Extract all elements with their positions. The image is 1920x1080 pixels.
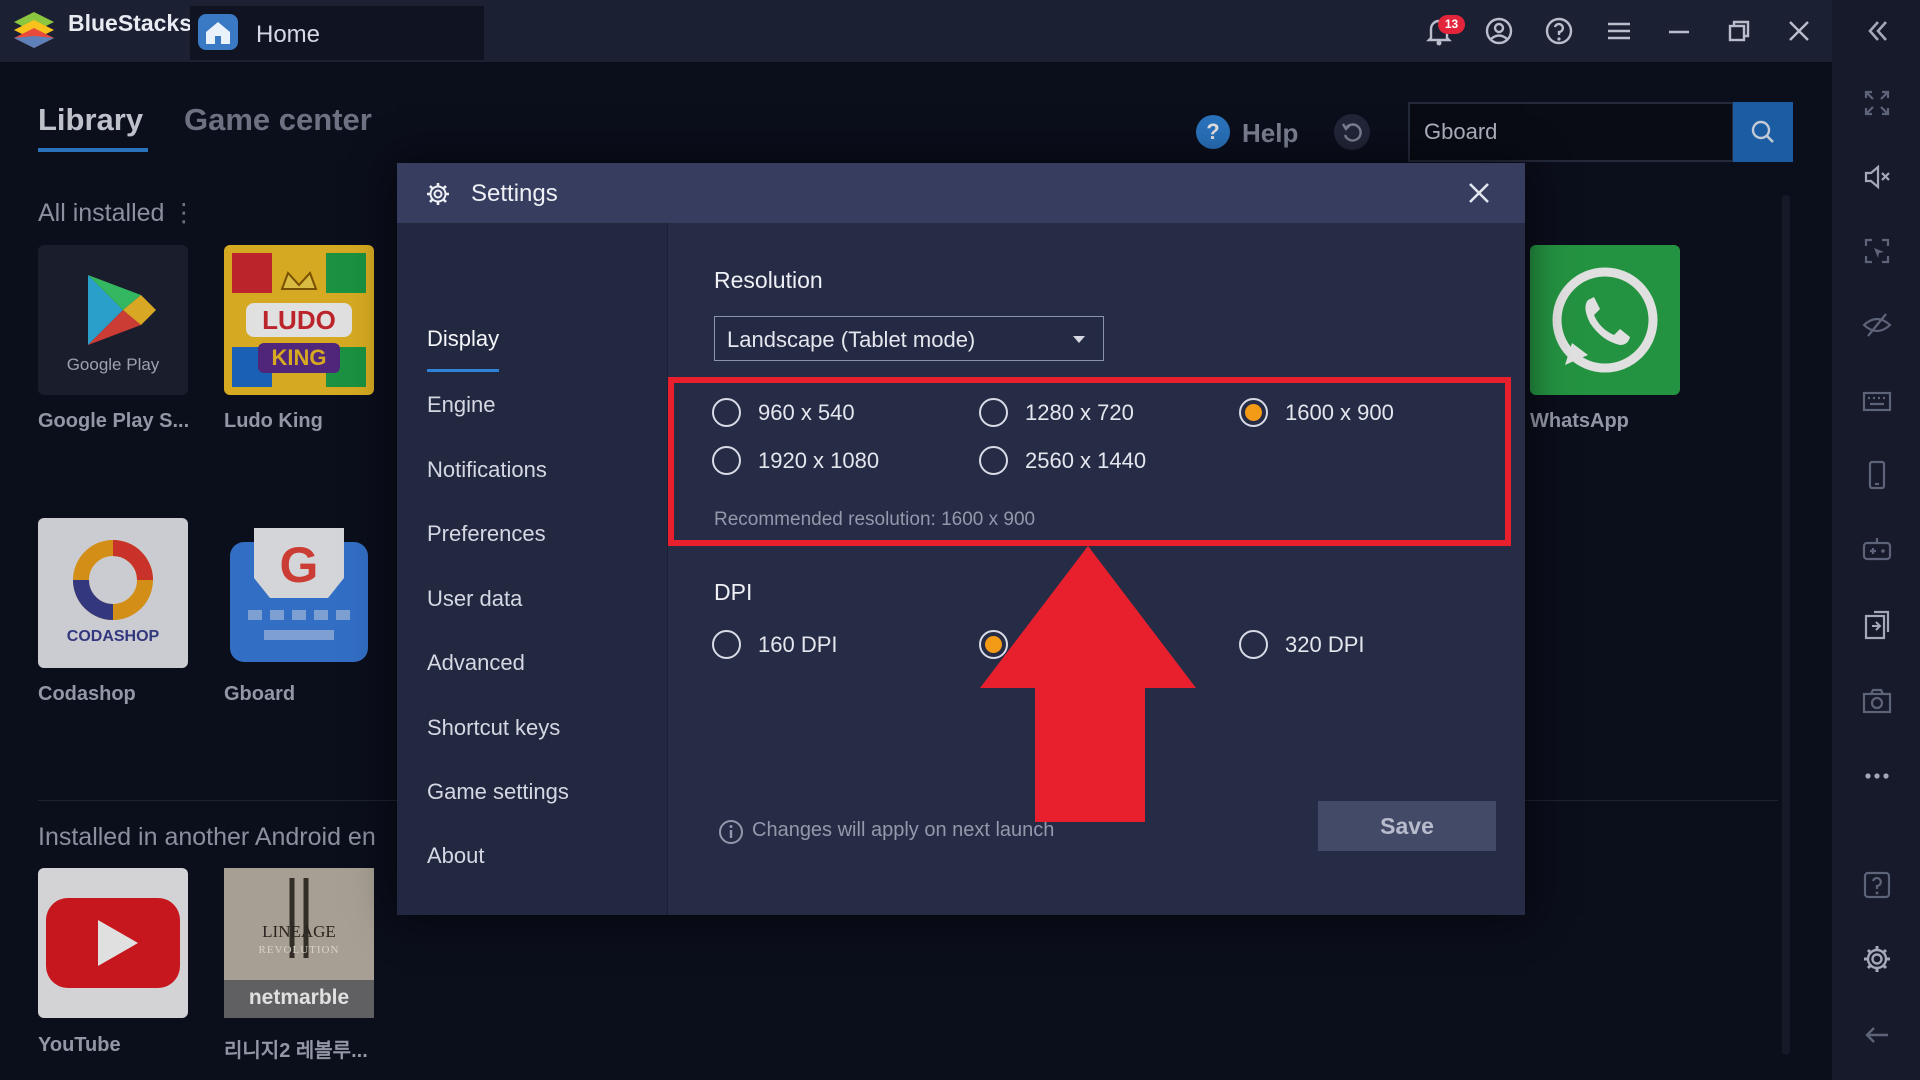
restore-icon[interactable] bbox=[1722, 14, 1756, 48]
brand-name: BlueStacks bbox=[68, 10, 193, 36]
save-button[interactable]: Save bbox=[1318, 801, 1496, 851]
settings-gear-icon[interactable] bbox=[1860, 942, 1894, 976]
camera-icon[interactable] bbox=[1860, 684, 1894, 718]
gear-icon bbox=[427, 183, 449, 205]
home-tab[interactable]: Home bbox=[190, 6, 484, 60]
orientation-select[interactable]: Landscape (Tablet mode) bbox=[714, 316, 1104, 361]
nav-shortcut-keys[interactable]: Shortcut keys bbox=[427, 715, 560, 741]
settings-nav: Display Engine Notifications Preferences… bbox=[397, 223, 668, 915]
bluestacks-logo-icon bbox=[14, 12, 54, 48]
fullscreen-icon[interactable] bbox=[1860, 86, 1894, 120]
close-icon[interactable] bbox=[1465, 179, 1493, 207]
home-tab-label: Home bbox=[256, 21, 321, 48]
screen-select-icon[interactable] bbox=[1860, 234, 1894, 268]
help-square-icon[interactable] bbox=[1860, 868, 1894, 902]
radio-dpi-160[interactable]: 160 DPI bbox=[712, 629, 912, 661]
nav-advanced[interactable]: Advanced bbox=[427, 650, 525, 676]
notification-badge: 13 bbox=[1438, 15, 1465, 34]
help-circle-icon[interactable] bbox=[1542, 14, 1576, 48]
nav-preferences[interactable]: Preferences bbox=[427, 521, 546, 547]
resolution-heading: Resolution bbox=[714, 267, 823, 293]
phone-icon[interactable] bbox=[1860, 458, 1894, 492]
keyboard-icon[interactable] bbox=[1860, 384, 1894, 418]
nav-notifications[interactable]: Notifications bbox=[427, 457, 547, 483]
account-icon[interactable] bbox=[1482, 14, 1516, 48]
nav-game-settings[interactable]: Game settings bbox=[427, 779, 569, 805]
orientation-value: Landscape (Tablet mode) bbox=[727, 327, 976, 352]
back-arrow-icon[interactable] bbox=[1860, 1018, 1894, 1052]
nav-about[interactable]: About bbox=[427, 843, 485, 869]
install-apk-icon[interactable] bbox=[1860, 608, 1894, 642]
radio-dpi-320[interactable]: 320 DPI bbox=[1239, 629, 1439, 661]
dialog-header: Settings bbox=[397, 163, 1525, 223]
restart-notice: Changes will apply on next launch bbox=[752, 819, 1055, 841]
info-icon bbox=[719, 820, 743, 844]
nav-display[interactable]: Display bbox=[427, 326, 499, 352]
chevron-down-icon bbox=[1073, 336, 1085, 343]
nav-user-data[interactable]: User data bbox=[427, 586, 522, 612]
right-toolbar bbox=[1832, 0, 1920, 1080]
menu-icon[interactable] bbox=[1602, 14, 1636, 48]
radio-label: 320 DPI bbox=[1285, 632, 1365, 657]
dpi-heading: DPI bbox=[714, 579, 753, 605]
close-window-icon[interactable] bbox=[1782, 14, 1816, 48]
more-options-icon[interactable] bbox=[1860, 758, 1894, 792]
mute-icon[interactable] bbox=[1860, 160, 1894, 194]
eye-off-icon[interactable] bbox=[1860, 308, 1894, 342]
radio-ring bbox=[712, 630, 741, 659]
minimize-icon[interactable] bbox=[1662, 14, 1696, 48]
nav-engine[interactable]: Engine bbox=[427, 392, 496, 418]
annotation-highlight-box bbox=[668, 377, 1511, 546]
home-icon bbox=[198, 14, 238, 50]
gamepad-icon[interactable] bbox=[1860, 532, 1894, 566]
dialog-title: Settings bbox=[471, 180, 558, 207]
nav-active-indicator bbox=[427, 369, 499, 372]
title-bar: BlueStacks Home 13 bbox=[0, 0, 1920, 62]
radio-label: 160 DPI bbox=[758, 632, 838, 657]
collapse-sidebar-icon[interactable] bbox=[1860, 14, 1894, 48]
radio-ring bbox=[1239, 630, 1268, 659]
annotation-up-arrow-icon bbox=[980, 546, 1196, 822]
